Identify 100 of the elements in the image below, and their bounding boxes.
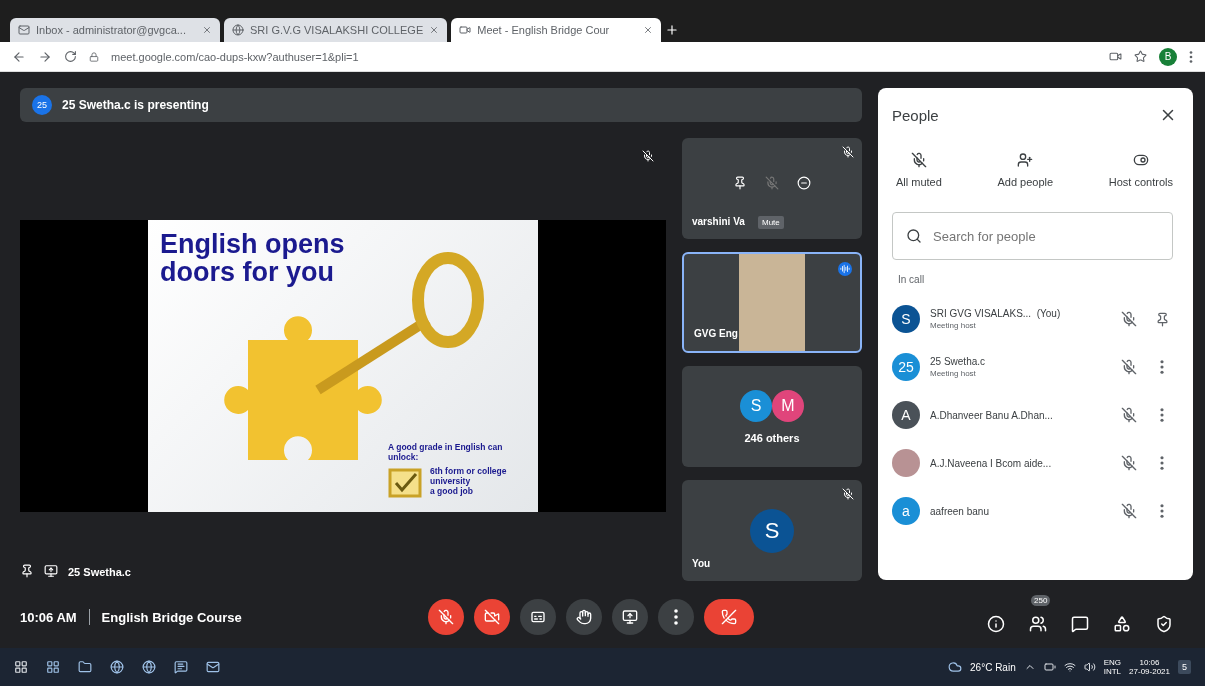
url-field[interactable]: meet.google.com/cao-dups-kxw?authuser=1&pli=1 (111, 50, 1097, 63)
avatar: 25 (892, 353, 920, 381)
task-view-icon[interactable] (46, 660, 60, 674)
mic-off-button[interactable] (427, 599, 464, 635)
participant-tile[interactable]: S M 246 others (682, 366, 862, 467)
start-icon[interactable] (14, 660, 28, 674)
meeting-title: English Bridge Course (101, 609, 242, 625)
browser-tab[interactable]: Inbox - administrator@gvgca... (10, 18, 220, 42)
section-label: In call (897, 273, 926, 287)
slide-list-item: university (430, 476, 472, 486)
avatar: a (892, 497, 920, 525)
people-icon (1029, 615, 1047, 633)
present-button[interactable] (611, 599, 648, 635)
language-code[interactable]: ENG (1103, 658, 1122, 667)
avatar: S (740, 389, 772, 422)
slide-caption: A good grade in English can unlock: (388, 442, 504, 462)
tab-icon (459, 24, 472, 36)
checkbox-icon (388, 468, 422, 498)
weather-text: 26°C Rain (970, 661, 1016, 673)
pin-icon[interactable] (733, 175, 747, 190)
network-icon[interactable] (1063, 661, 1076, 673)
meeting-time: 10:06 AM (20, 609, 77, 625)
participant-role: Meeting host (930, 321, 977, 330)
end-call-button[interactable] (703, 599, 754, 635)
mic-off-icon[interactable] (1121, 311, 1137, 327)
raise-hand-button[interactable] (565, 599, 602, 635)
captions-icon (529, 609, 546, 625)
more-options-icon[interactable] (1160, 360, 1164, 374)
avatar: S (750, 508, 794, 553)
search-icon (906, 228, 922, 244)
tooltip: Mute (758, 216, 784, 229)
participant-tile[interactable]: GVG Eng (682, 252, 862, 353)
participant-name: GVG Eng (694, 328, 738, 339)
forward-icon[interactable] (38, 49, 52, 64)
mic-off-icon (842, 146, 854, 158)
notification-count[interactable]: 5 (1178, 660, 1191, 674)
mail-icon[interactable] (206, 660, 220, 674)
avatar: S (892, 305, 920, 333)
mic-off-icon (437, 609, 454, 625)
hand-icon (575, 609, 592, 625)
more-options-icon[interactable] (1160, 456, 1164, 470)
more-options-icon[interactable] (1160, 408, 1164, 422)
presentation-icon (44, 564, 58, 578)
all-muted-button[interactable]: All muted (892, 148, 946, 192)
search-field[interactable]: Search for people (892, 212, 1173, 260)
back-icon[interactable] (12, 49, 26, 64)
clock-time: 10:06 (1139, 658, 1160, 667)
participant-name: A.J.Naveena I Bcom aide... (930, 457, 1053, 469)
volume-icon[interactable] (1083, 661, 1096, 673)
avatar: A (892, 401, 920, 429)
mic-off-icon (910, 152, 927, 168)
shapes-icon (1113, 615, 1131, 633)
mic-off-icon[interactable] (1121, 455, 1137, 471)
pin-icon[interactable] (20, 564, 34, 578)
new-tab-icon[interactable] (665, 23, 680, 37)
participant-tile[interactable]: varshini Va Mute (682, 138, 862, 239)
shield-icon (1155, 615, 1173, 633)
folder-icon[interactable] (78, 660, 92, 674)
speaking-icon (838, 262, 852, 276)
browser-tab[interactable]: Meet - English Bridge Cour (451, 18, 662, 42)
more-options-icon[interactable] (1160, 504, 1164, 518)
participant-count: 250 (1031, 595, 1051, 606)
weather-icon (948, 660, 962, 674)
camera-off-icon (483, 609, 500, 625)
chat-app-icon[interactable] (174, 660, 188, 674)
mic-off-icon[interactable] (1121, 407, 1137, 423)
participant-role: Meeting host (930, 369, 977, 378)
more-options-icon (673, 609, 678, 625)
camera-icon[interactable] (1109, 50, 1122, 63)
host-controls-button[interactable]: Host controls (1104, 148, 1177, 192)
others-count: 246 others (744, 431, 800, 444)
mic-off-icon (642, 150, 654, 162)
photo-placeholder (892, 449, 920, 477)
menu-icon[interactable] (1189, 50, 1193, 63)
remove-icon[interactable] (797, 175, 811, 190)
slide-title: English opens doors for you (160, 230, 346, 287)
browser-icon[interactable] (110, 660, 124, 674)
camera-off-button[interactable] (473, 599, 510, 635)
slide-list-item: 6th form or college (430, 466, 507, 476)
clock-date: 27-09-2021 (1129, 667, 1170, 676)
people-button[interactable]: 250 (1023, 595, 1053, 639)
edge-icon[interactable] (142, 660, 156, 674)
more-options-button[interactable] (657, 599, 694, 635)
star-icon[interactable] (1134, 50, 1147, 63)
captions-button[interactable] (519, 599, 556, 635)
chat-icon (1071, 615, 1089, 633)
mic-off-icon[interactable] (1121, 503, 1137, 519)
participant-tile[interactable]: S You (682, 480, 862, 581)
participant-name: A.Dhanveer Banu A.Dhan... (930, 409, 1054, 421)
tab-icon (18, 24, 30, 36)
reload-icon[interactable] (64, 50, 77, 63)
mic-off-icon[interactable] (1121, 359, 1137, 375)
battery-icon[interactable] (1043, 661, 1056, 673)
phone-icon (720, 609, 737, 625)
pin-icon[interactable] (1154, 311, 1170, 327)
avatar: 25 (32, 95, 52, 115)
keyboard-layout[interactable]: INTL (1103, 667, 1122, 676)
browser-tab[interactable]: SRI G.V.G VISALAKSHI COLLEGE (224, 18, 448, 42)
add-people-button[interactable]: Add people (993, 148, 1058, 192)
profile-avatar[interactable]: B (1159, 47, 1177, 66)
